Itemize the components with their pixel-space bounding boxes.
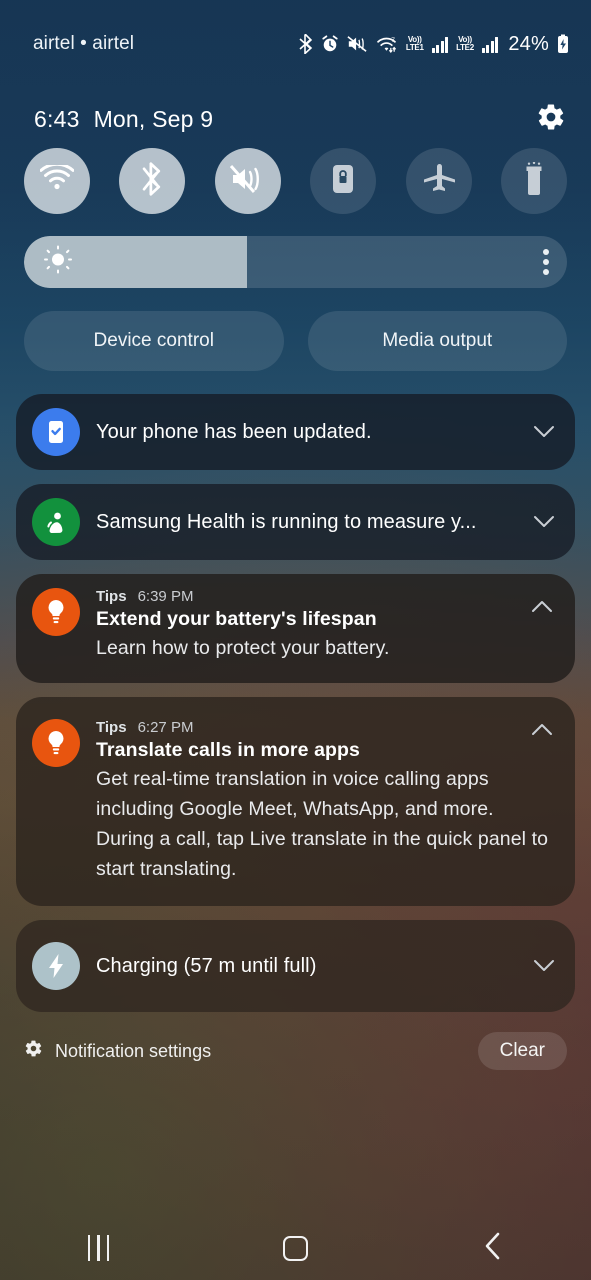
battery-charging-icon — [557, 32, 569, 56]
tips-bulb-icon — [32, 588, 80, 636]
notification-time: 6:27 PM — [137, 719, 194, 736]
home-button[interactable] — [256, 1223, 336, 1273]
notification-title: Samsung Health is running to measure y..… — [96, 510, 477, 533]
toggle-sound-mode[interactable] — [214, 148, 281, 214]
device-control-button[interactable]: Device control — [24, 311, 284, 371]
tips-bulb-icon — [32, 719, 80, 767]
back-icon — [483, 1231, 503, 1266]
toggle-flashlight[interactable] — [500, 148, 567, 214]
notification-card[interactable]: Charging (57 m until full) — [16, 920, 575, 1012]
recents-icon — [87, 1235, 110, 1261]
svg-text:7: 7 — [391, 37, 395, 44]
clock-and-date: 6:43 Mon, Sep 9 — [34, 106, 213, 133]
wifi-icon — [39, 162, 75, 198]
media-output-button[interactable]: Media output — [307, 311, 567, 371]
notification-title: Your phone has been updated. — [96, 420, 372, 443]
recents-button[interactable] — [59, 1223, 139, 1273]
notification-time: 6:39 PM — [137, 588, 194, 605]
brightness-slider[interactable] — [24, 236, 567, 288]
mute-vibrate-icon — [347, 32, 367, 56]
notification-card[interactable]: Samsung Health is running to measure y..… — [16, 484, 575, 560]
rotation-lock-icon — [330, 163, 356, 200]
software-update-icon — [32, 408, 80, 456]
gear-icon — [24, 1039, 43, 1063]
notification-card[interactable]: Your phone has been updated. — [16, 394, 575, 470]
flashlight-icon — [521, 161, 547, 201]
clear-button[interactable]: Clear — [477, 1032, 567, 1070]
chevron-down-icon[interactable] — [531, 953, 557, 979]
notification-settings-label: Notification settings — [55, 1040, 212, 1061]
notification-card[interactable]: Tips 6:39 PM Extend your battery's lifes… — [16, 574, 575, 683]
notification-heading: Translate calls in more apps — [96, 739, 360, 761]
notification-app-name: Tips — [96, 588, 127, 605]
notification-list: Your phone has been updated. Samsung Hea… — [16, 394, 575, 1026]
notification-footer: Notification settings Clear — [24, 1030, 567, 1072]
carrier-label: airtel • airtel — [33, 33, 135, 54]
notification-text: Get real-time translation in voice calli… — [96, 768, 549, 880]
quick-panel-header: 6:43 Mon, Sep 9 — [0, 96, 591, 142]
status-bar: airtel • airtel 7 Vo)) LTE1 Vo)) LTE2 24… — [0, 0, 591, 88]
back-button[interactable] — [453, 1223, 533, 1273]
quick-settings-toggles — [0, 148, 591, 214]
chevron-down-icon[interactable] — [531, 419, 557, 445]
chevron-up-icon[interactable] — [529, 594, 555, 620]
mute-vibrate-icon — [229, 164, 266, 199]
brightness-row — [24, 236, 567, 288]
notification-title: Charging (57 m until full) — [96, 954, 317, 977]
signal-bars-2-icon — [481, 36, 499, 53]
samsung-health-icon — [32, 498, 80, 546]
clock-date: Mon, Sep 9 — [93, 105, 214, 132]
notification-text: Learn how to protect your battery. — [96, 637, 390, 659]
status-icon-tray: 7 Vo)) LTE1 Vo)) LTE2 24% — [298, 31, 569, 57]
bluetooth-icon — [140, 161, 164, 201]
clock-time: 6:43 — [34, 105, 80, 132]
navigation-bar — [0, 1216, 591, 1280]
gear-icon — [536, 102, 566, 137]
toggle-airplane-mode[interactable] — [405, 148, 472, 214]
bluetooth-icon — [298, 32, 313, 56]
panel-buttons: Device control Media output — [24, 311, 567, 371]
sun-icon — [44, 245, 72, 279]
notification-settings-button[interactable]: Notification settings — [24, 1039, 211, 1063]
home-icon — [283, 1235, 308, 1261]
battery-percent-label: 24% — [508, 32, 549, 55]
toggle-auto-rotate[interactable] — [310, 148, 377, 214]
notification-app-name: Tips — [96, 719, 127, 736]
wifi-icon: 7 — [375, 32, 398, 56]
volte1-icon: Vo)) LTE1 — [405, 35, 424, 52]
airplane-icon — [422, 163, 456, 200]
notification-card[interactable]: Tips 6:27 PM Translate calls in more app… — [16, 697, 575, 906]
chevron-up-icon[interactable] — [529, 717, 555, 743]
chevron-down-icon[interactable] — [531, 509, 557, 535]
signal-bars-1-icon — [431, 36, 449, 53]
settings-button[interactable] — [531, 99, 571, 139]
volte2-icon: Vo)) LTE2 — [456, 35, 474, 52]
toggle-bluetooth[interactable] — [119, 148, 186, 214]
charging-bolt-icon — [32, 942, 80, 990]
alarm-icon — [321, 32, 339, 56]
notification-heading: Extend your battery's lifespan — [96, 608, 377, 630]
more-vertical-icon[interactable] — [543, 249, 549, 275]
toggle-wifi[interactable] — [24, 148, 90, 214]
